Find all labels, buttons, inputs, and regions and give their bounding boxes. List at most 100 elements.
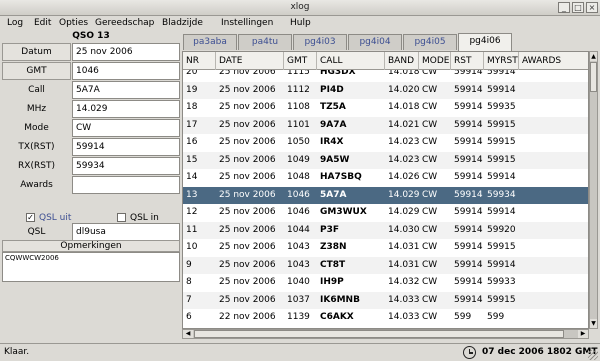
column-call[interactable]: CALL — [317, 52, 385, 70]
cell-date: 25 nov 2006 — [219, 224, 276, 235]
remarks-header: Opmerkingen — [2, 240, 180, 252]
column-nr[interactable]: NR — [183, 52, 216, 70]
cell-myrst: 59915 — [487, 119, 516, 130]
cell-rst: 59914 — [454, 172, 483, 182]
mode-input[interactable]: CW — [72, 119, 180, 137]
minimize-button[interactable]: _ — [558, 2, 570, 13]
menu-edit[interactable]: Edit — [34, 18, 51, 28]
datum-input[interactable]: 25 nov 2006 — [72, 43, 180, 61]
column-mode[interactable]: MODE — [419, 52, 451, 70]
log-tabs: pa3aba pa4tu pg4i03 pg4i04 pg4i05 pg4i06 — [182, 33, 596, 51]
cell-rst: 59914 — [454, 84, 483, 95]
column-rst[interactable]: RST — [451, 52, 484, 70]
cell-call: TZ5A — [320, 102, 346, 112]
maximize-button[interactable]: □ — [572, 2, 584, 13]
scroll-left-arrow-icon[interactable]: ◀ — [183, 330, 193, 338]
field-rx-rst: RX(RST) 59934 — [2, 157, 180, 175]
close-button[interactable]: × — [586, 2, 598, 13]
menu-bladzijde[interactable]: Bladzijde — [162, 18, 203, 28]
table-row[interactable]: 20 25 nov 2006 1115 HG3DX 14.018 CW 59914 59914 — [183, 70, 588, 82]
cell-band: 14.023 — [388, 137, 419, 147]
cell-call: GM3WUX — [320, 207, 367, 217]
cell-gmt: 1050 — [287, 137, 310, 147]
horizontal-scrollbar[interactable]: ◀ ▶ — [182, 329, 589, 339]
table-row[interactable]: 18 25 nov 2006 1108 TZ5A 14.018 CW 59914 59935 — [183, 99, 588, 117]
qsl-uit-checkbox[interactable]: ✓ — [26, 213, 35, 222]
table-row[interactable]: 12 25 nov 2006 1046 GM3WUX 14.029 CW 59914 5991… — [183, 204, 588, 222]
cell-gmt: 1115 — [287, 70, 310, 77]
cell-gmt: 1043 — [287, 259, 310, 270]
column-myrst[interactable]: MYRST — [484, 52, 519, 70]
menu-gereedschap[interactable]: Gereedschap — [95, 18, 154, 28]
table-row[interactable]: 14 25 nov 2006 1048 HA7SBQ 14.026 CW 59914 5991… — [183, 169, 588, 187]
datum-button[interactable]: Datum — [2, 43, 71, 61]
vertical-scrollbar[interactable]: ▲ ▼ — [589, 51, 598, 329]
gmt-input[interactable]: 1046 — [72, 62, 180, 80]
scroll-down-arrow-icon[interactable]: ▼ — [590, 319, 597, 328]
scroll-right-arrow-icon[interactable]: ▶ — [578, 330, 588, 338]
table-row[interactable]: 15 25 nov 2006 1049 9A5W 14.023 CW 59914 59915 — [183, 151, 588, 169]
table-row[interactable]: 9 25 nov 2006 1043 CT8T 14.031 CW 59914 59914 — [183, 256, 588, 274]
cell-band: 14.029 — [388, 189, 419, 200]
awards-input[interactable] — [72, 176, 180, 194]
menu-log[interactable]: Log — [7, 18, 23, 28]
cell-mode: CW — [422, 172, 438, 182]
menu-hulp[interactable]: Hulp — [290, 18, 311, 28]
scroll-up-arrow-icon[interactable]: ▲ — [590, 52, 597, 61]
column-date[interactable]: DATE — [216, 52, 284, 70]
tab-pa3aba[interactable]: pa3aba — [183, 34, 237, 50]
cell-call: Z38N — [320, 242, 347, 252]
cell-mode: CW — [422, 312, 438, 322]
cell-awards — [519, 169, 588, 187]
qsl-input[interactable]: dl9usa — [72, 223, 180, 241]
table-body: 20 25 nov 2006 1115 HG3DX 14.018 CW 59914 59914… — [183, 70, 588, 328]
rx-rst-input[interactable]: 59934 — [72, 157, 180, 175]
cell-nr: 20 — [186, 70, 198, 77]
cell-gmt: 1046 — [287, 207, 310, 217]
table-row[interactable]: 7 25 nov 2006 1037 IK6MNB 14.033 CW 59914 59915 — [183, 291, 588, 309]
tx-rst-input[interactable]: 59914 — [72, 138, 180, 156]
vertical-scroll-thumb[interactable] — [590, 62, 597, 92]
tab-pg4i03[interactable]: pg4i03 — [293, 34, 347, 50]
cell-nr: 11 — [186, 224, 198, 235]
cell-rst: 59914 — [454, 119, 483, 130]
cell-rst: 59914 — [454, 259, 483, 270]
table-row[interactable]: 16 25 nov 2006 1050 IR4X 14.023 CW 59914 59915 — [183, 134, 588, 152]
field-qsl: QSL dl9usa — [2, 223, 180, 241]
resize-grip-icon[interactable] — [588, 350, 598, 360]
gmt-button[interactable]: GMT — [2, 62, 71, 80]
table-row[interactable]: 17 25 nov 2006 1101 9A7A 14.021 CW 59914 59915 — [183, 116, 588, 134]
table-row[interactable]: 19 25 nov 2006 1112 PI4D 14.020 CW 59914 59914 — [183, 81, 588, 99]
tab-pg4i04[interactable]: pg4i04 — [348, 34, 402, 50]
field-gmt: GMT 1046 — [2, 62, 180, 80]
cell-call: HA7SBQ — [320, 172, 362, 182]
tab-pg4i05[interactable]: pg4i05 — [403, 34, 457, 50]
column-band[interactable]: BAND — [385, 52, 419, 70]
remarks-textarea[interactable]: CQWWCW2006 — [2, 252, 180, 282]
menu-instellingen[interactable]: Instellingen — [221, 18, 273, 28]
table-row[interactable]: 10 25 nov 2006 1043 Z38N 14.031 CW 59914 59915 — [183, 239, 588, 257]
cell-nr: 9 — [186, 259, 192, 270]
tx-rst-label: TX(RST) — [18, 142, 55, 152]
tab-pa4tu[interactable]: pa4tu — [238, 34, 292, 50]
cell-awards — [519, 99, 588, 117]
qso-panel: QSO 13 Datum 25 nov 2006 GMT 1046 Call 5… — [2, 31, 180, 343]
cell-call: PI4D — [320, 84, 344, 95]
table-row[interactable]: 6 22 nov 2006 1139 C6AKX 14.033 CW 599 599 — [183, 309, 588, 327]
table-row[interactable]: 8 25 nov 2006 1040 IH9P 14.032 CW 59914 59933 — [183, 274, 588, 292]
qsl-in-checkbox[interactable] — [117, 213, 126, 222]
call-input[interactable]: 5A7A — [72, 81, 180, 99]
mhz-input[interactable]: 14.029 — [72, 100, 180, 118]
cell-myrst: 59915 — [487, 294, 516, 305]
cell-date: 25 nov 2006 — [219, 154, 276, 165]
cell-date: 25 nov 2006 — [219, 172, 276, 182]
column-gmt[interactable]: GMT — [284, 52, 317, 70]
table-row[interactable]: 13 25 nov 2006 1046 5A7A 14.029 CW 59914 59934 — [183, 186, 588, 204]
cell-myrst: 59914 — [487, 207, 516, 217]
tab-pg4i06[interactable]: pg4i06 — [458, 33, 512, 51]
menu-opties[interactable]: Opties — [59, 18, 88, 28]
table-row[interactable]: 11 25 nov 2006 1044 P3F 14.030 CW 59914 59920 — [183, 221, 588, 239]
cell-band: 14.033 — [388, 312, 419, 322]
horizontal-scroll-thumb[interactable] — [194, 330, 564, 338]
column-awards[interactable]: AWARDS — [519, 52, 588, 70]
